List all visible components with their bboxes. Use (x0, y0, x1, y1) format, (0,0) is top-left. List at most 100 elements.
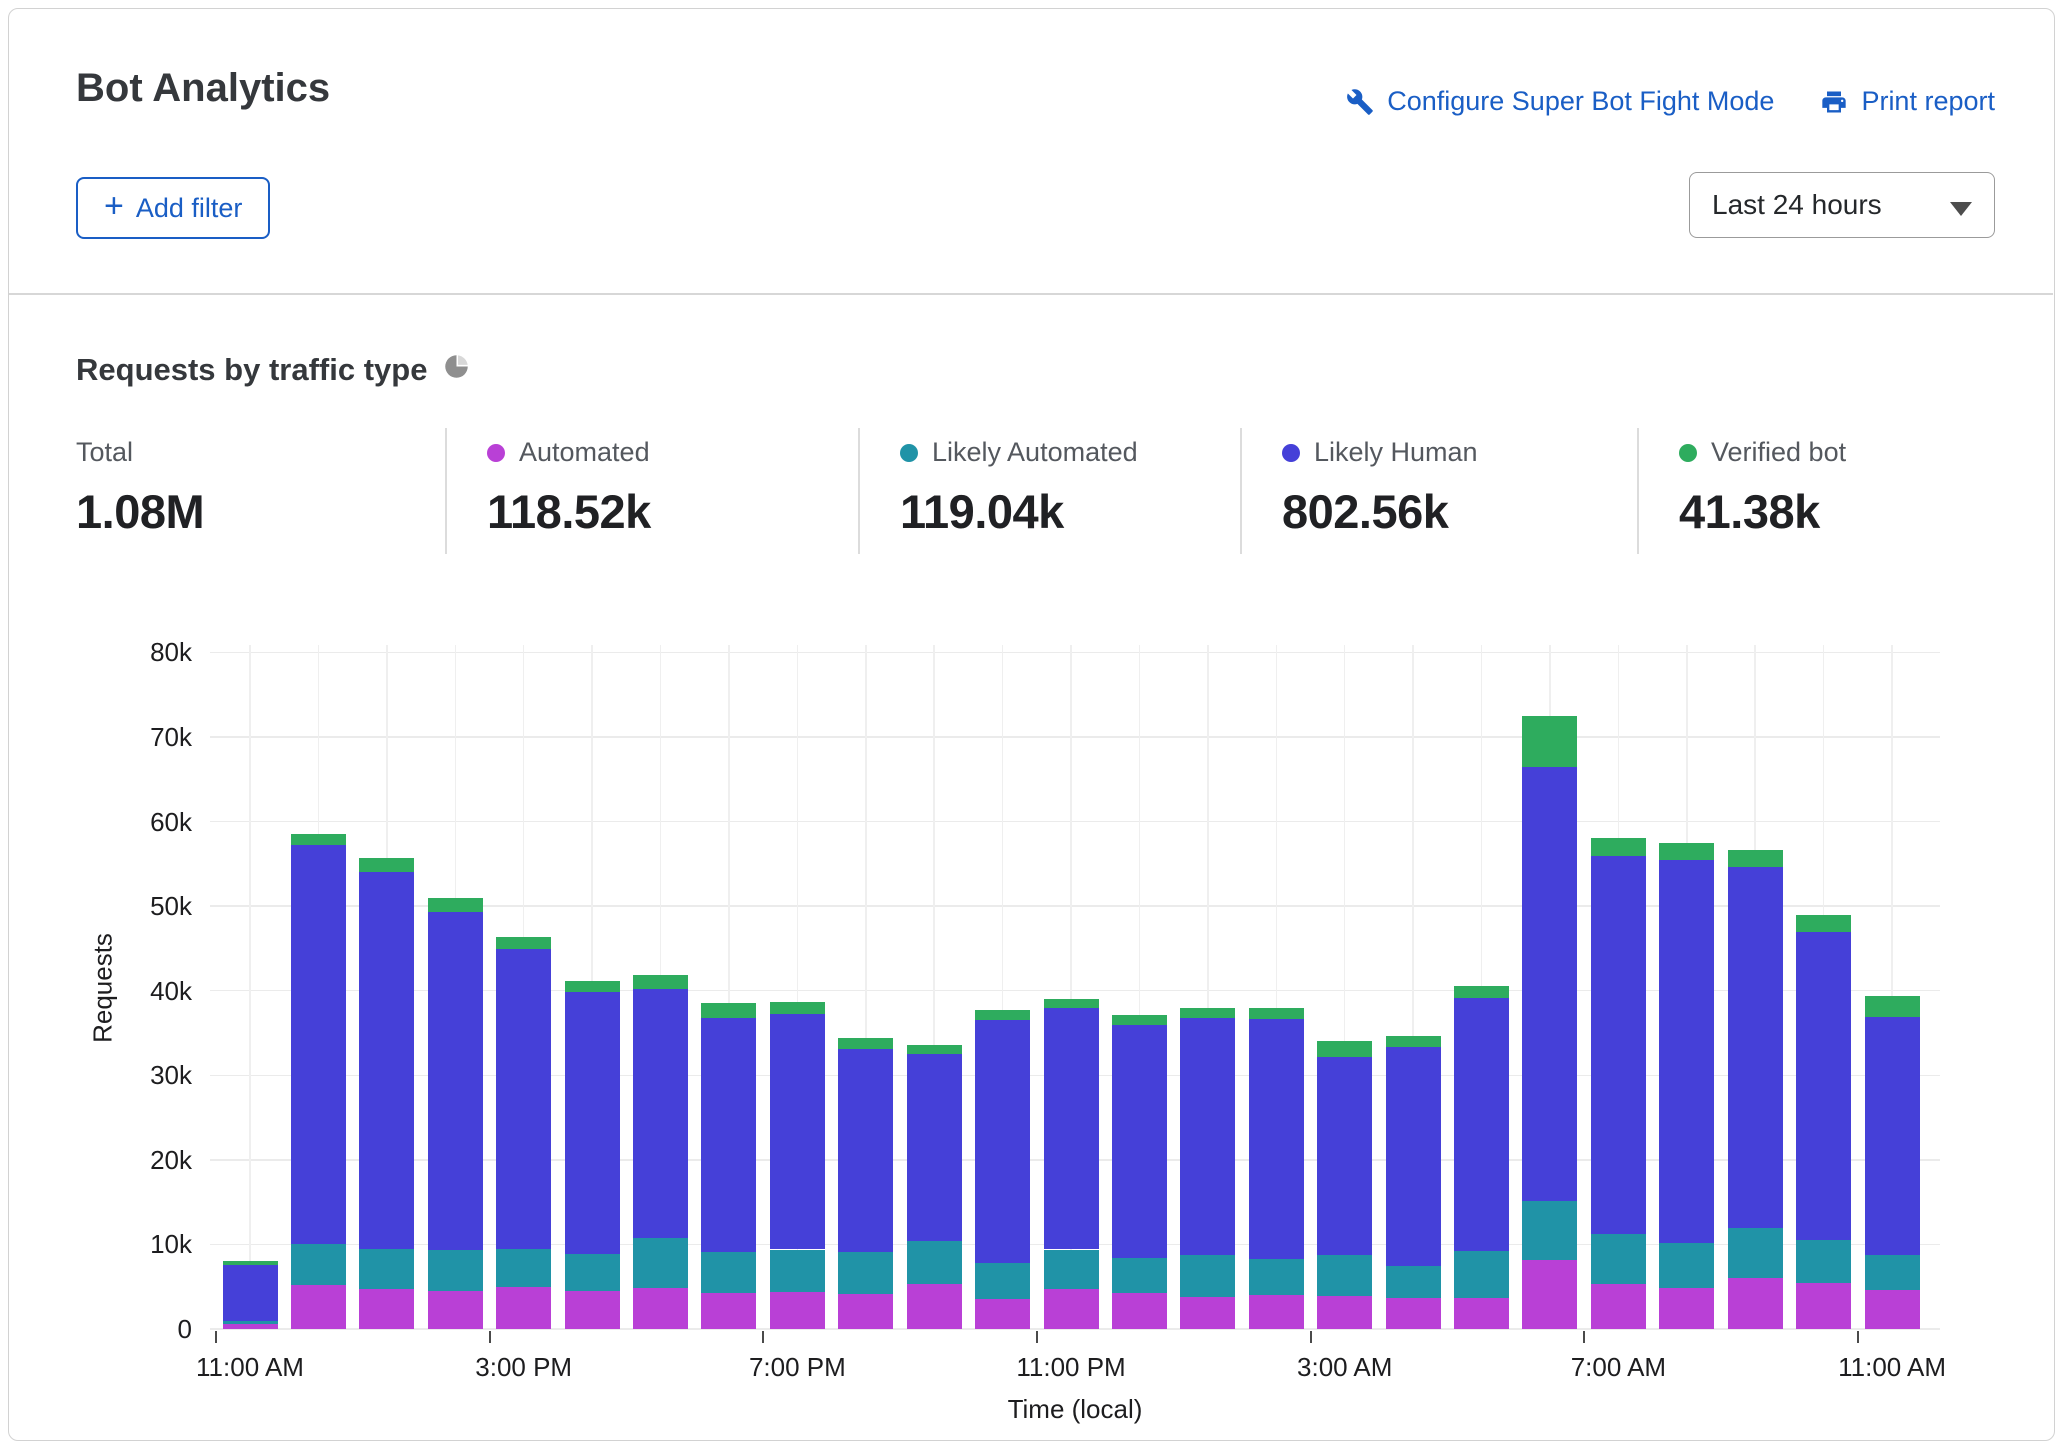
bar-segment-automated[interactable] (1044, 1289, 1099, 1329)
bar-segment-verified-bot[interactable] (359, 858, 414, 872)
add-filter-button[interactable]: + Add filter (76, 177, 270, 239)
bar-segment-likely-automated[interactable] (1386, 1266, 1441, 1297)
bar-segment-likely-automated[interactable] (496, 1249, 551, 1287)
bar-segment-likely-human[interactable] (291, 845, 346, 1243)
bar-segment-automated[interactable] (1317, 1296, 1372, 1329)
bar-segment-likely-human[interactable] (701, 1018, 756, 1252)
bar-segment-automated[interactable] (1454, 1298, 1509, 1329)
bar-segment-verified-bot[interactable] (1796, 915, 1851, 932)
bar-segment-likely-automated[interactable] (1796, 1240, 1851, 1283)
bar-segment-likely-automated[interactable] (770, 1250, 825, 1292)
bar-segment-likely-automated[interactable] (1865, 1255, 1920, 1290)
bar-segment-likely-human[interactable] (1796, 932, 1851, 1240)
bar-segment-likely-automated[interactable] (1454, 1251, 1509, 1298)
bar-segment-automated[interactable] (1386, 1298, 1441, 1329)
bar-segment-automated[interactable] (838, 1294, 893, 1329)
bar-segment-likely-automated[interactable] (223, 1321, 278, 1325)
bar-segment-verified-bot[interactable] (701, 1003, 756, 1017)
bar-segment-likely-human[interactable] (633, 989, 688, 1238)
bar-segment-verified-bot[interactable] (1454, 986, 1509, 998)
bar-segment-likely-human[interactable] (565, 992, 620, 1253)
bar-segment-automated[interactable] (1796, 1283, 1851, 1329)
bar-segment-automated[interactable] (1522, 1260, 1577, 1329)
bar-segment-likely-human[interactable] (359, 872, 414, 1248)
bar-segment-automated[interactable] (565, 1291, 620, 1329)
bar-segment-likely-automated[interactable] (1659, 1243, 1714, 1288)
bar-segment-likely-automated[interactable] (1591, 1234, 1646, 1284)
bar-segment-automated[interactable] (359, 1289, 414, 1329)
bar-segment-likely-human[interactable] (1180, 1018, 1235, 1255)
bar-segment-likely-automated[interactable] (565, 1254, 620, 1291)
bar-segment-likely-human[interactable] (1865, 1017, 1920, 1255)
bar-segment-likely-human[interactable] (975, 1020, 1030, 1263)
bar-segment-likely-human[interactable] (907, 1054, 962, 1241)
bar-segment-automated[interactable] (975, 1299, 1030, 1329)
bar-segment-likely-automated[interactable] (291, 1244, 346, 1285)
bar-segment-automated[interactable] (223, 1324, 278, 1329)
bar-segment-verified-bot[interactable] (907, 1045, 962, 1054)
bar-segment-verified-bot[interactable] (1591, 838, 1646, 856)
bar-segment-likely-automated[interactable] (1112, 1258, 1167, 1294)
bar-segment-verified-bot[interactable] (1728, 850, 1783, 867)
bar-segment-likely-human[interactable] (1522, 767, 1577, 1202)
bar-segment-likely-human[interactable] (1249, 1019, 1304, 1259)
bar-segment-likely-human[interactable] (1591, 856, 1646, 1234)
bar-segment-verified-bot[interactable] (633, 975, 688, 989)
bar-segment-likely-human[interactable] (1112, 1025, 1167, 1258)
bar-segment-verified-bot[interactable] (770, 1002, 825, 1015)
bar-segment-verified-bot[interactable] (291, 834, 346, 845)
bar-segment-verified-bot[interactable] (1112, 1015, 1167, 1025)
bar-segment-verified-bot[interactable] (565, 981, 620, 993)
bar-segment-automated[interactable] (1659, 1288, 1714, 1329)
bar-segment-verified-bot[interactable] (975, 1010, 1030, 1020)
bar-segment-likely-automated[interactable] (633, 1238, 688, 1288)
bar-segment-likely-human[interactable] (770, 1014, 825, 1249)
bar-segment-verified-bot[interactable] (1659, 843, 1714, 861)
bar-segment-likely-automated[interactable] (1249, 1259, 1304, 1295)
bar-segment-likely-automated[interactable] (359, 1249, 414, 1290)
bar-segment-verified-bot[interactable] (1522, 716, 1577, 767)
bar-segment-verified-bot[interactable] (1044, 999, 1099, 1008)
bar-segment-automated[interactable] (1249, 1295, 1304, 1329)
bar-segment-likely-human[interactable] (838, 1049, 893, 1252)
bar-segment-automated[interactable] (1112, 1293, 1167, 1329)
configure-super-bot-fight-mode-link[interactable]: Configure Super Bot Fight Mode (1346, 86, 1774, 117)
bar-segment-automated[interactable] (1865, 1290, 1920, 1329)
bar-segment-automated[interactable] (1180, 1297, 1235, 1329)
bar-segment-automated[interactable] (428, 1291, 483, 1329)
time-range-select[interactable]: Last 24 hours (1689, 172, 1995, 238)
bar-segment-automated[interactable] (291, 1285, 346, 1329)
bar-segment-likely-automated[interactable] (1728, 1228, 1783, 1278)
bar-segment-likely-human[interactable] (223, 1265, 278, 1321)
bar-segment-likely-automated[interactable] (838, 1252, 893, 1294)
bar-segment-verified-bot[interactable] (1317, 1041, 1372, 1057)
bar-segment-likely-human[interactable] (496, 949, 551, 1248)
bar-segment-likely-human[interactable] (1659, 860, 1714, 1242)
bar-segment-verified-bot[interactable] (496, 937, 551, 949)
bar-segment-likely-automated[interactable] (1522, 1201, 1577, 1259)
bar-segment-verified-bot[interactable] (838, 1038, 893, 1049)
bar-segment-automated[interactable] (496, 1287, 551, 1329)
bar-segment-likely-automated[interactable] (1317, 1255, 1372, 1296)
bar-segment-verified-bot[interactable] (1249, 1008, 1304, 1019)
bar-segment-verified-bot[interactable] (428, 898, 483, 912)
bar-segment-verified-bot[interactable] (1180, 1008, 1235, 1018)
bar-segment-verified-bot[interactable] (223, 1261, 278, 1264)
bar-segment-likely-human[interactable] (1044, 1008, 1099, 1249)
bar-segment-likely-human[interactable] (1454, 998, 1509, 1251)
bar-segment-verified-bot[interactable] (1386, 1036, 1441, 1047)
bar-segment-likely-human[interactable] (1386, 1047, 1441, 1266)
bar-segment-likely-automated[interactable] (428, 1250, 483, 1291)
bar-segment-likely-human[interactable] (428, 912, 483, 1250)
bar-segment-automated[interactable] (701, 1293, 756, 1329)
bar-segment-likely-automated[interactable] (975, 1263, 1030, 1299)
bar-segment-automated[interactable] (1728, 1278, 1783, 1329)
bar-segment-likely-automated[interactable] (907, 1241, 962, 1284)
bar-segment-likely-automated[interactable] (701, 1252, 756, 1293)
bar-segment-likely-human[interactable] (1728, 867, 1783, 1228)
bar-segment-automated[interactable] (907, 1284, 962, 1329)
bar-segment-automated[interactable] (1591, 1284, 1646, 1329)
bar-segment-automated[interactable] (633, 1288, 688, 1329)
bar-segment-automated[interactable] (770, 1292, 825, 1329)
bar-segment-verified-bot[interactable] (1865, 996, 1920, 1017)
